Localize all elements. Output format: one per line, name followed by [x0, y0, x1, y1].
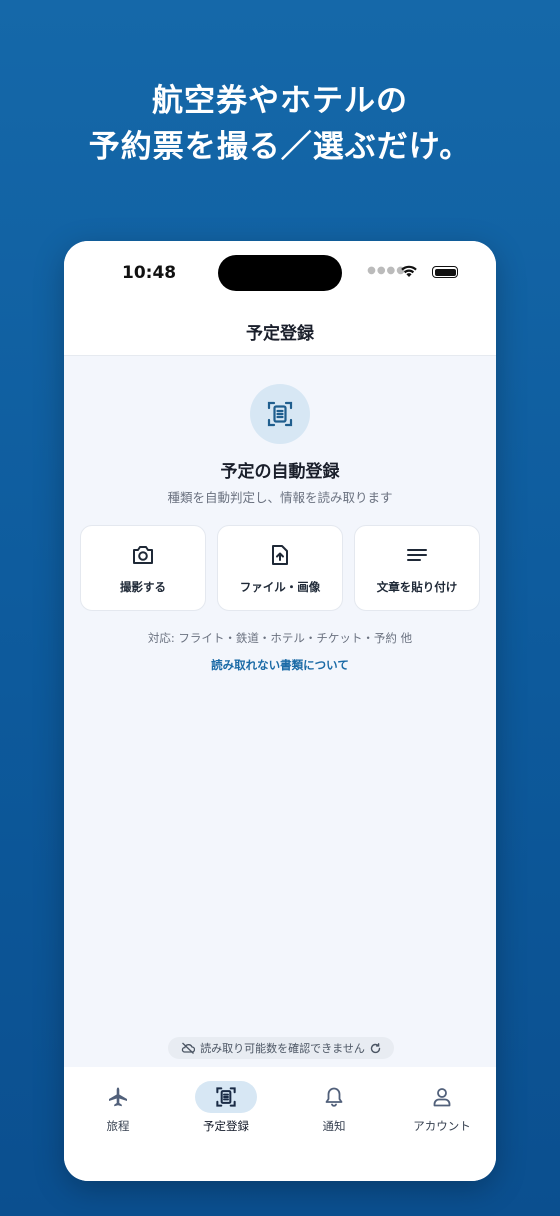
paste-text-button[interactable]: 文章を貼り付け [354, 525, 480, 611]
tab-register-label: 予定登録 [203, 1119, 249, 1133]
tab-notifications-label: 通知 [322, 1119, 346, 1133]
headline-line-1: 航空券やホテルの [152, 83, 408, 119]
input-options: 撮影する ファイル・画像 文章を貼り付け [80, 525, 480, 611]
tab-itinerary[interactable]: 旅程 [64, 1081, 172, 1141]
bell-icon [325, 1087, 343, 1107]
wifi-icon [400, 263, 418, 282]
cloud-off-icon [181, 1042, 196, 1054]
take-photo-button[interactable]: 撮影する [80, 525, 206, 611]
auto-register-subtitle: 種類を自動判定し、情報を読み取ります [167, 490, 393, 505]
tab-account-label: アカウント [413, 1119, 471, 1133]
text-lines-icon [407, 549, 427, 561]
supported-types-text: 対応: フライト・鉄道・ホテル・チケット・予約 他 [147, 631, 413, 645]
quota-notice-text: 読み取り可能数を確認できません [200, 1042, 365, 1055]
phone-screen: 10:48 ●●●● 予定登録 予定の自動登録 種類を自動判定し、情報を読み取り… [64, 241, 496, 1181]
dynamic-island [218, 255, 342, 291]
camera-icon [133, 546, 153, 564]
auto-register-title: 予定の自動登録 [220, 462, 340, 482]
promo-headline: 航空券やホテルの 予約票を撮る／選ぶだけ。 [0, 78, 560, 170]
tab-account[interactable]: アカウント [388, 1081, 496, 1141]
tab-bar: 旅程 予定登録 通知 アカウント [64, 1067, 496, 1181]
tab-itinerary-label: 旅程 [106, 1119, 130, 1133]
paste-text-label: 文章を貼り付け [376, 580, 458, 594]
file-image-button[interactable]: ファイル・画像 [217, 525, 343, 611]
battery-icon [432, 266, 458, 278]
unreadable-documents-link[interactable]: 読み取れない書類について [64, 657, 496, 673]
headline-line-2: 予約票を撮る／選ぶだけ。 [88, 129, 472, 165]
status-time: 10:48 [122, 263, 177, 283]
tab-notifications[interactable]: 通知 [280, 1081, 388, 1141]
scan-document-icon [216, 1087, 236, 1107]
file-upload-icon [272, 545, 288, 565]
airplane-icon [109, 1087, 127, 1107]
scan-document-badge [250, 384, 310, 444]
page-title: 予定登録 [246, 324, 314, 344]
status-bar: 10:48 ●●●● [64, 241, 496, 303]
tab-register[interactable]: 予定登録 [172, 1081, 280, 1141]
refresh-icon[interactable] [370, 1042, 381, 1054]
quota-notice[interactable]: 読み取り可能数を確認できません [168, 1037, 394, 1059]
take-photo-label: 撮影する [120, 580, 166, 594]
active-tab-indicator [195, 1081, 257, 1113]
nav-header: 予定登録 [64, 303, 496, 356]
user-icon [433, 1088, 451, 1107]
file-image-label: ファイル・画像 [239, 580, 321, 594]
scan-document-icon [267, 401, 293, 427]
